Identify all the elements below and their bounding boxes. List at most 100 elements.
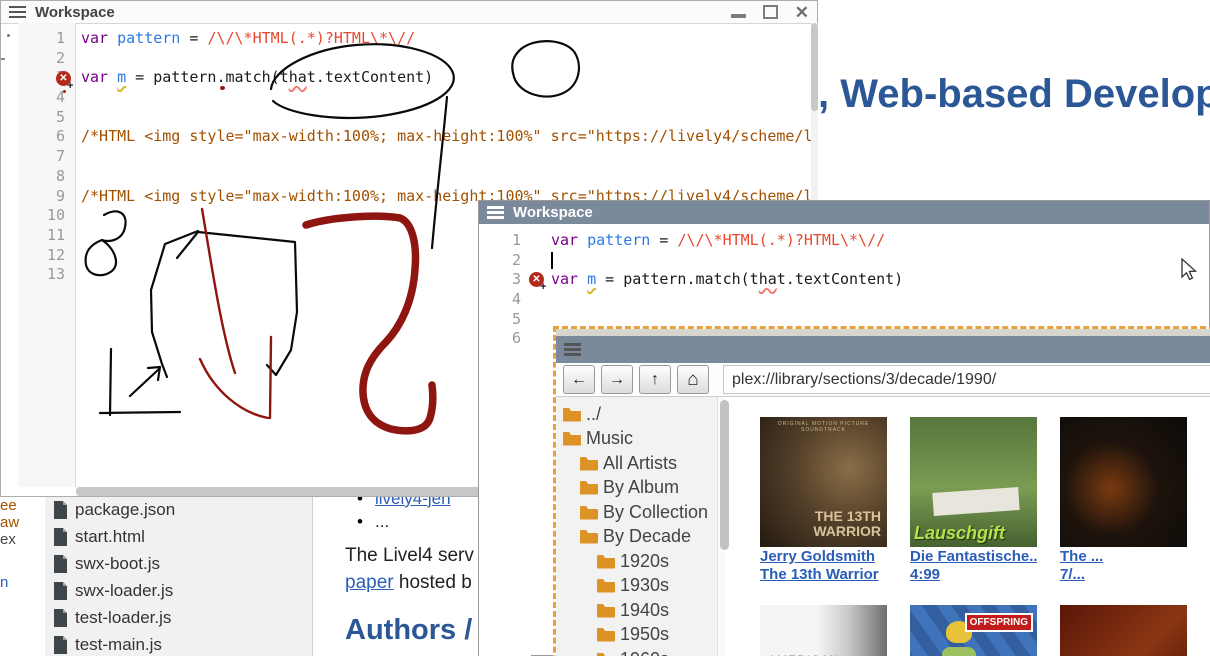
up-button[interactable]: ↑: [639, 365, 671, 394]
line-number: 5: [479, 310, 531, 330]
code-token: = pattern.match(t: [126, 68, 289, 86]
line-number: 6: [479, 329, 531, 349]
file-list-item[interactable]: test-main.js: [45, 631, 312, 656]
window1-titlebar[interactable]: Workspace ✕: [1, 1, 817, 24]
album-artist-link[interactable]: The ...: [1060, 549, 1187, 565]
browser-titlebar[interactable]: [556, 336, 1210, 363]
album-cover[interactable]: OFFSPRING: [910, 605, 1037, 656]
code-token: /*HTML <img style="max-width:100%; max-h…: [81, 127, 811, 145]
maximize-button[interactable]: [763, 5, 778, 19]
code-line: [81, 108, 811, 128]
code-line: [551, 251, 1209, 271]
code-line: var m = pattern.match(that.textContent): [551, 270, 1209, 290]
paper-link[interactable]: paper: [345, 572, 394, 593]
code-token: = pattern.match(t: [596, 270, 759, 288]
tree-item[interactable]: By Album: [556, 476, 717, 501]
ink-dot: [220, 86, 225, 90]
file-list-panel: package.json start.html swx-boot.jsswx-loa…: [45, 487, 313, 656]
file-list-item[interactable]: package.json: [45, 496, 312, 523]
line-number: 13: [18, 265, 75, 285]
code-token: var: [551, 270, 578, 288]
code-token: m: [587, 270, 596, 288]
code-line: [551, 290, 1209, 310]
cover-figure-shirt: [942, 647, 976, 656]
home-button[interactable]: ⌂: [677, 365, 709, 394]
file-list-item[interactable]: swx-loader.js: [45, 577, 312, 604]
code-token: pattern: [587, 231, 650, 249]
covers-pane: ORIGINAL MOTION PICTURE SOUNDTRACKTHE 13…: [725, 397, 1210, 656]
menu-icon[interactable]: [9, 3, 26, 21]
line-number: 10: [18, 206, 75, 226]
forward-button[interactable]: →: [601, 365, 633, 394]
code-token: t.textContent): [777, 270, 903, 288]
album-title-link[interactable]: The 13th Warrior: [760, 567, 887, 583]
code-token: pattern: [117, 29, 180, 47]
tree-scrollbar-thumb[interactable]: [720, 400, 729, 550]
album-cell: [1060, 605, 1187, 656]
tree-item[interactable]: By Collection: [556, 500, 717, 525]
close-button[interactable]: ✕: [795, 4, 809, 21]
menu-icon[interactable]: [564, 341, 581, 359]
album-artist-link[interactable]: Jerry Goldsmith: [760, 549, 887, 565]
line-number: 3: [479, 270, 531, 290]
tree-item[interactable]: 1950s: [556, 623, 717, 648]
code-token: ha: [289, 68, 307, 86]
album-artist-link[interactable]: Die Fantastische...: [910, 549, 1037, 565]
code-token: =: [180, 29, 207, 47]
album-cover[interactable]: Lauschgift: [910, 417, 1037, 547]
tree-item-label: 1950s: [620, 624, 669, 645]
window2-titlebar[interactable]: Workspace: [479, 201, 1209, 224]
file-name: start.html: [75, 527, 145, 547]
embed-top-strip: [556, 329, 1210, 336]
file-list-item[interactable]: start.html: [45, 523, 312, 550]
browser-toolbar: ← → ↑ ⌂ plex://library/sections/3/decade…: [556, 363, 1210, 397]
tree-item[interactable]: By Decade: [556, 525, 717, 550]
file-list-item[interactable]: test-loader.js: [45, 604, 312, 631]
error-plus-icon: +: [540, 281, 546, 293]
album-cell: AMERICANHISTORY X: [760, 605, 887, 656]
line-number: 1: [18, 29, 75, 49]
album-cover[interactable]: [1060, 605, 1187, 656]
minimize-button[interactable]: [731, 14, 746, 18]
tree-item[interactable]: All Artists: [556, 451, 717, 476]
window1-gutter: 12345678910111213: [18, 23, 76, 487]
tree-item-label: All Artists: [603, 453, 677, 474]
file-name: test-main.js: [75, 635, 162, 655]
cover-band: [932, 487, 1020, 516]
code-token: [578, 270, 587, 288]
url-input[interactable]: plex://library/sections/3/decade/1990/: [723, 365, 1210, 394]
file-icon: [53, 609, 68, 627]
menu-icon[interactable]: [487, 204, 504, 222]
window2-code-editor[interactable]: var pattern = /\/\*HTML(.*)?HTML\*\// va…: [531, 224, 1209, 334]
vertical-scrollbar-thumb[interactable]: [811, 23, 818, 111]
paragraph-line1: The Livel4 serv: [345, 545, 474, 566]
code-token: /\/\*HTML(.*)?HTML\*\//: [207, 29, 415, 47]
tree-item[interactable]: 1920s: [556, 549, 717, 574]
code-token: ha: [759, 270, 777, 288]
file-icon: [53, 555, 68, 573]
clipped-text: n: [0, 574, 8, 591]
tree-item[interactable]: Music: [556, 427, 717, 452]
file-list-item[interactable]: swx-boot.js: [45, 550, 312, 577]
line-number: 2: [18, 49, 75, 69]
line-number: 4: [479, 290, 531, 310]
bullet-text: ...: [375, 512, 389, 532]
code-token: [108, 68, 117, 86]
code-token: /\/\*HTML(.*)?HTML\*\//: [677, 231, 885, 249]
album-cover[interactable]: [1060, 417, 1187, 547]
text-caret: [551, 252, 553, 269]
line-number: 5: [18, 108, 75, 128]
album-cover[interactable]: ORIGINAL MOTION PICTURE SOUNDTRACKTHE 13…: [760, 417, 887, 547]
album-title-link[interactable]: 7/...: [1060, 567, 1187, 583]
folder-icon: [596, 652, 616, 656]
album-cover[interactable]: AMERICANHISTORY X: [760, 605, 887, 656]
tree-scrollbar[interactable]: [717, 397, 725, 656]
folder-icon: [562, 407, 582, 422]
tree-item[interactable]: ../: [556, 402, 717, 427]
tree-item[interactable]: 1930s: [556, 574, 717, 599]
back-button[interactable]: ←: [563, 365, 595, 394]
tree-item[interactable]: 1960s: [556, 647, 717, 656]
code-token: var: [551, 231, 578, 249]
album-title-link[interactable]: 4:99: [910, 567, 1037, 583]
tree-item[interactable]: 1940s: [556, 598, 717, 623]
